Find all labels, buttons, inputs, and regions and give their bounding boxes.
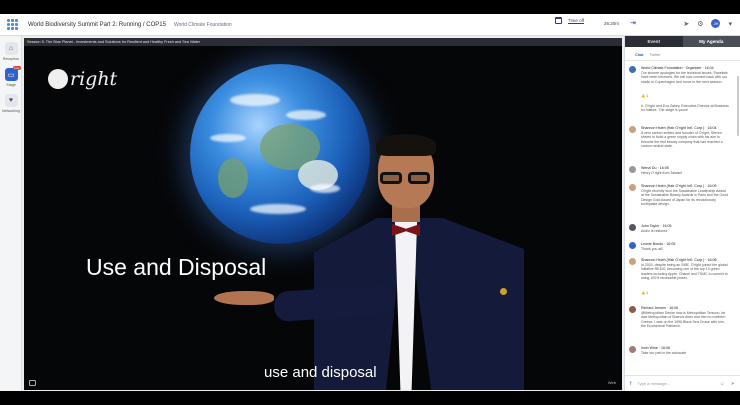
volume-icon[interactable] xyxy=(29,380,36,386)
message-author: Leonie Bondo · 16:05 xyxy=(641,242,676,246)
message-author: World Climate Foundation · Organizer · 1… xyxy=(641,66,714,70)
user-avatar[interactable]: JH xyxy=(711,19,721,28)
chat-message: Ir. O'right and Eva Zabey, Executive Dir… xyxy=(629,104,737,120)
send-icon[interactable]: ➤ xyxy=(683,20,689,28)
chat-message: Wenzi Du · 16:05 Henry O'right from Taiw… xyxy=(629,166,737,178)
avatar xyxy=(629,166,636,173)
facebook-icon[interactable]: f xyxy=(630,381,631,387)
message-text: Henry O'right from Taiwan! xyxy=(641,171,683,175)
event-organizer: World Climate Foundation xyxy=(173,21,232,28)
tab-my-agenda[interactable]: My Agenda xyxy=(682,36,740,47)
message-composer: f Type a message... ☺ ➤ xyxy=(625,375,740,391)
rail-label-networking: Networking xyxy=(2,109,20,113)
message-text: Take our part in the advocate xyxy=(641,351,687,355)
calendar-icon xyxy=(555,17,562,24)
session-title: Session 5: The Blue Planet - Investments… xyxy=(27,40,201,44)
avatar xyxy=(629,126,636,133)
message-author: Irwin Wine · 16:06 xyxy=(641,346,670,350)
avatar xyxy=(629,184,636,191)
avatar xyxy=(629,242,636,249)
message-input[interactable]: Type a message... xyxy=(637,381,719,386)
like-count[interactable]: 👍 1 xyxy=(641,291,648,295)
slide-caption: Use and Disposal xyxy=(86,254,267,280)
handshake-icon: ♥ xyxy=(4,94,18,107)
chat-message: Shannon Hsieh (Hair O'right Int'l. Corp.… xyxy=(629,184,737,218)
rail-item-stage[interactable]: ▭ Live Stage xyxy=(0,66,22,87)
message-text: In 2020, despite being an SME, O'right j… xyxy=(641,263,728,280)
home-icon: ⌂ xyxy=(4,42,18,55)
live-badge: Live xyxy=(13,66,21,70)
chat-message: Richard Jensen · 16:06 @Metropolitan Des… xyxy=(629,306,737,340)
time-off-button[interactable]: Time off xyxy=(555,17,584,24)
message-text: Audio is restored xyxy=(641,229,668,233)
chat-subtabs: Chat Twitter xyxy=(625,47,740,61)
avatar xyxy=(629,224,636,231)
subtab-chat[interactable]: Chat xyxy=(635,53,643,60)
chat-list[interactable]: World Climate Foundation · Organizer · 1… xyxy=(625,62,740,374)
brand-logo: right xyxy=(48,68,117,90)
chat-message: Shannon Hsieh (Hair O'right Int'l. Corp.… xyxy=(629,126,737,154)
message-text: Thank you all! xyxy=(641,247,663,251)
rail-item-networking[interactable]: ♥ Networking xyxy=(0,94,22,113)
time-off-label: Time off xyxy=(568,18,585,23)
message-author: Shannon Hsieh (Hair O'right Int'l. Corp.… xyxy=(641,126,717,130)
subtab-twitter[interactable]: Twitter xyxy=(649,53,660,60)
session-clock: 26:20m xyxy=(604,21,620,26)
chevron-down-icon[interactable]: ▾ xyxy=(728,20,732,28)
message-text: Ir. O'right and Eva Zabey, Executive Dir… xyxy=(641,104,729,113)
message-author: Shannon Hsieh (Hair O'right Int'l. Corp.… xyxy=(641,258,717,262)
chat-message: Irwin Wine · 16:06 Take our part in the … xyxy=(629,346,737,358)
message-author: Shannon Hsieh (Hair O'right Int'l. Corp.… xyxy=(641,184,717,188)
rail-item-reception[interactable]: ⌂ Reception xyxy=(0,42,22,61)
like-count[interactable]: 👍 1 xyxy=(641,94,648,98)
brand-wordmark: right xyxy=(70,68,118,90)
top-bar: World Biodiversity Summit Part 2: Runnin… xyxy=(0,14,740,36)
chat-message: World Climate Foundation · Organizer · 1… xyxy=(629,66,737,98)
emoji-icon[interactable]: ☺ xyxy=(720,381,725,387)
side-panel: Event My Agenda Chat Twitter World Clima… xyxy=(624,36,740,391)
message-text: O'right recently won the Sustainable Lea… xyxy=(641,189,729,206)
avatar xyxy=(629,258,636,265)
video-status: Web xyxy=(607,380,616,385)
presenter-image xyxy=(214,134,534,390)
app-logo-icon[interactable] xyxy=(0,14,24,36)
header-actions: ➤ ⚙ JH ▾ xyxy=(683,19,732,28)
panel-tabs: Event My Agenda xyxy=(625,36,740,47)
app-window: World Biodiversity Summit Part 2: Runnin… xyxy=(0,14,740,391)
video-player[interactable]: right Use and Disposal use and disposal … xyxy=(24,46,622,390)
message-author: John Taylor · 16:05 xyxy=(641,224,672,228)
exit-icon[interactable]: ⇥ xyxy=(630,19,636,27)
subtitle-caption: use and disposal xyxy=(264,364,377,381)
avatar xyxy=(629,66,636,73)
avatar xyxy=(629,306,636,313)
chat-message: Leonie Bondo · 16:05 Thank you all! xyxy=(629,242,737,254)
rail-label-reception: Reception xyxy=(2,57,20,61)
message-text: @Metropolitan Desire how is Metropolitan… xyxy=(641,311,726,328)
left-rail: ⌂ Reception ▭ Live Stage ♥ Networking xyxy=(0,36,22,391)
chat-message: John Taylor · 16:05 Audio is restored xyxy=(629,224,737,236)
message-text: Our sincere apologies for the technical … xyxy=(641,71,728,84)
settings-icon[interactable]: ⚙ xyxy=(697,20,703,28)
event-title: World Biodiversity Summit Part 2: Runnin… xyxy=(28,21,166,28)
send-icon[interactable]: ➤ xyxy=(731,381,735,387)
chat-scrollbar[interactable] xyxy=(737,76,739,136)
message-author: Richard Jensen · 16:06 xyxy=(641,306,679,310)
message-author: Wenzi Du · 16:05 xyxy=(641,166,669,170)
message-text: A zero carbon emitter and founder of O'r… xyxy=(641,131,723,148)
session-title-bar: Session 5: The Blue Planet - Investments… xyxy=(24,38,622,46)
rail-label-stage: Stage xyxy=(6,83,16,87)
avatar xyxy=(629,346,636,353)
tab-event[interactable]: Event xyxy=(625,36,683,47)
brand-dot-icon xyxy=(48,69,68,89)
chat-message: Shannon Hsieh (Hair O'right Int'l. Corp.… xyxy=(629,258,737,295)
